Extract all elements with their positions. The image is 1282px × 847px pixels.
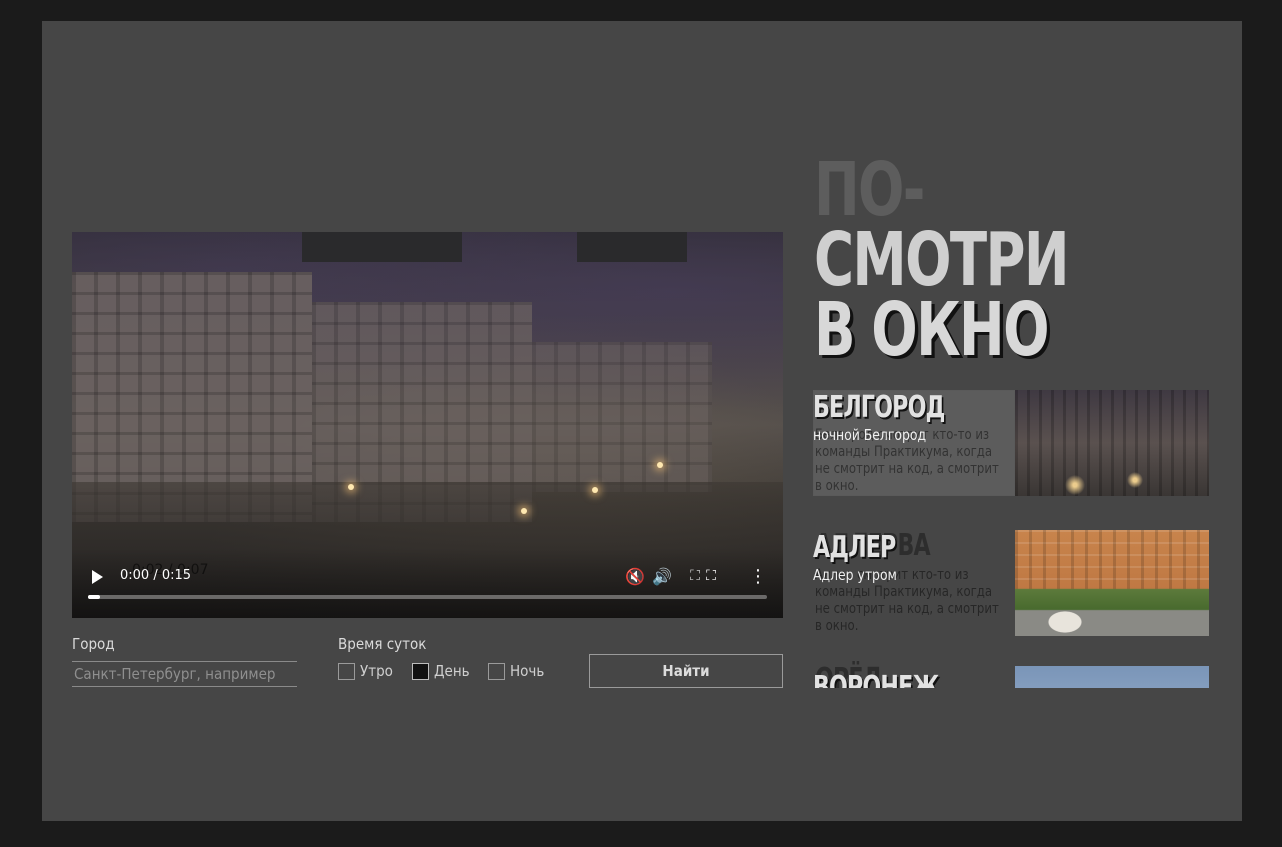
city-label: Город: [72, 635, 115, 653]
checkbox-label: Ночь: [510, 662, 545, 680]
city-input[interactable]: [72, 661, 297, 687]
video-player[interactable]: 0:02 / 0:07 0:00 / 0:15 🔇 🔊 ⛶ ⛶ ⋮: [72, 232, 783, 618]
checkbox-box[interactable]: [338, 662, 355, 680]
street-light: [592, 487, 598, 493]
city-subtitle: ночной Белгород: [813, 426, 927, 444]
city-subtitle: Адлер утром: [813, 566, 897, 584]
city-item[interactable]: АДЛЕРВА Адлер смотрит кто-то из команды …: [813, 528, 1209, 636]
checkbox-box[interactable]: [412, 662, 429, 680]
video-controls: 0:02 / 0:07 0:00 / 0:15 🔇 🔊 ⛶ ⛶ ⋮: [72, 548, 783, 618]
video-building: [532, 342, 712, 492]
city-name: ВОРОНЕЖ: [813, 670, 940, 688]
progress-fill: [88, 595, 100, 599]
volume-icon[interactable]: 🔊: [651, 565, 673, 587]
city-thumbnail[interactable]: [1015, 666, 1209, 688]
time-of-day-label: Время суток: [338, 635, 427, 653]
city-item[interactable]: ОРЁЛ ВОРОНЕЖ: [813, 662, 1209, 688]
city-thumbnail[interactable]: [1015, 530, 1209, 636]
checkbox-morning[interactable]: Утро: [338, 662, 393, 680]
checkbox-day[interactable]: День: [412, 662, 470, 680]
video-progress-bar[interactable]: [88, 595, 767, 599]
city-list[interactable]: Белгород смотрит кто-то из команды Практ…: [813, 390, 1209, 688]
checkbox-night[interactable]: Ночь: [488, 662, 544, 680]
video-time: 0:00 / 0:15: [120, 568, 192, 583]
checkbox-box[interactable]: [488, 662, 505, 680]
city-name: БЕЛГОРОД: [813, 390, 945, 425]
street-light: [657, 462, 663, 468]
city-item[interactable]: Белгород смотрит кто-то из команды Практ…: [813, 390, 1209, 496]
city-thumbnail[interactable]: [1015, 390, 1209, 496]
page-title: ПО- СМОТРИ В ОКНО: [814, 147, 1126, 373]
city-name: АДЛЕР: [813, 530, 896, 565]
fullscreen-icon[interactable]: ⛶: [700, 565, 722, 587]
more-options-icon[interactable]: ⋮: [747, 565, 769, 587]
video-roof: [577, 232, 687, 262]
checkbox-label: День: [434, 662, 470, 680]
video-roof: [302, 232, 462, 262]
street-light: [521, 508, 527, 514]
title-line: В ОКНО: [814, 287, 1050, 373]
search-button[interactable]: Найти: [589, 654, 783, 688]
street-light: [348, 484, 354, 490]
play-icon[interactable]: [92, 570, 103, 584]
title-line: СМОТРИ: [814, 217, 1070, 303]
mute-icon[interactable]: 🔇: [624, 565, 646, 587]
checkbox-label: Утро: [360, 662, 393, 680]
title-line: ПО-: [814, 147, 925, 233]
